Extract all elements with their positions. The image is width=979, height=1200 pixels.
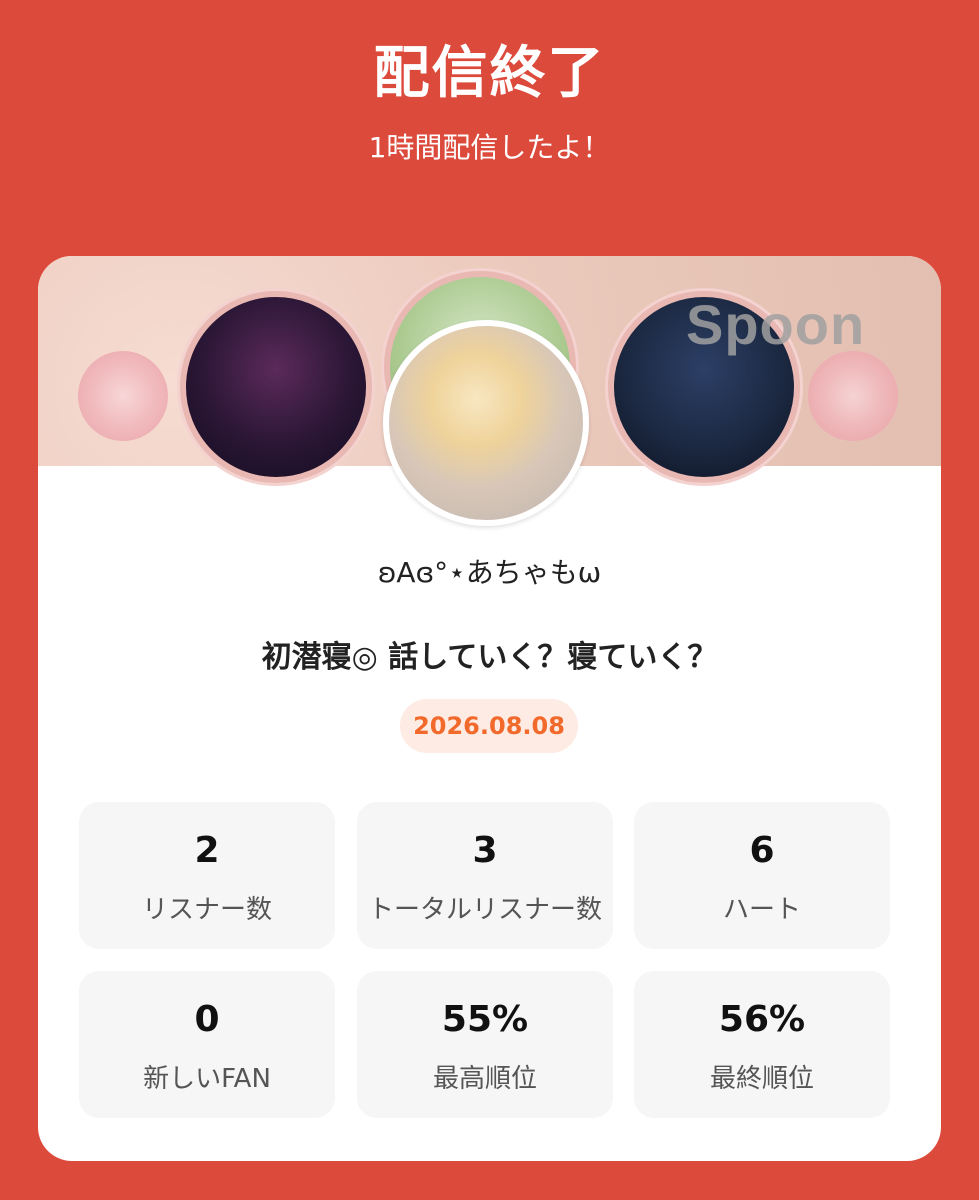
stat-value: 3 <box>472 830 498 871</box>
stat-label: リスナー数 <box>141 895 272 925</box>
date-badge: 2026.08.08 <box>400 699 578 753</box>
stat-listeners: 2 リスナー数 <box>79 802 335 949</box>
stream-result-card: Spoon ʚAɞ°⋆あちゃもω 初潜寝◎ 話していく？寝ていく？ 2026.0… <box>38 256 941 1161</box>
page-subtitle: 1時間配信したよ！ <box>368 131 611 164</box>
stat-label: ハート <box>722 895 801 925</box>
stat-label: 新しいFAN <box>143 1064 271 1094</box>
spoon-logo: Spoon <box>686 293 866 356</box>
banner-portrait-left <box>180 291 372 483</box>
stream-title: 初潜寝◎ 話していく？寝ていく？ <box>261 640 718 675</box>
stat-label: 最終順位 <box>709 1064 814 1094</box>
stat-value: 2 <box>194 830 220 871</box>
page-title: 配信終了 <box>373 41 606 106</box>
stat-highest-rank: 55% 最高順位 <box>357 971 613 1118</box>
stat-value: 0 <box>194 999 220 1040</box>
stat-total-listeners: 3 トータルリスナー数 <box>357 802 613 949</box>
stat-value: 6 <box>749 830 775 871</box>
stat-new-fans: 0 新しいFAN <box>79 971 335 1118</box>
stat-hearts: 6 ハート <box>634 802 890 949</box>
stat-label: トータルリスナー数 <box>367 895 602 925</box>
stat-value: 56% <box>718 999 806 1040</box>
avatar[interactable] <box>383 320 589 526</box>
stat-value: 55% <box>441 999 529 1040</box>
rose-decoration <box>808 351 898 441</box>
stat-final-rank: 56% 最終順位 <box>634 971 890 1118</box>
rose-decoration <box>78 351 168 441</box>
stat-label: 最高順位 <box>432 1064 537 1094</box>
username: ʚAɞ°⋆あちゃもω <box>377 556 602 589</box>
